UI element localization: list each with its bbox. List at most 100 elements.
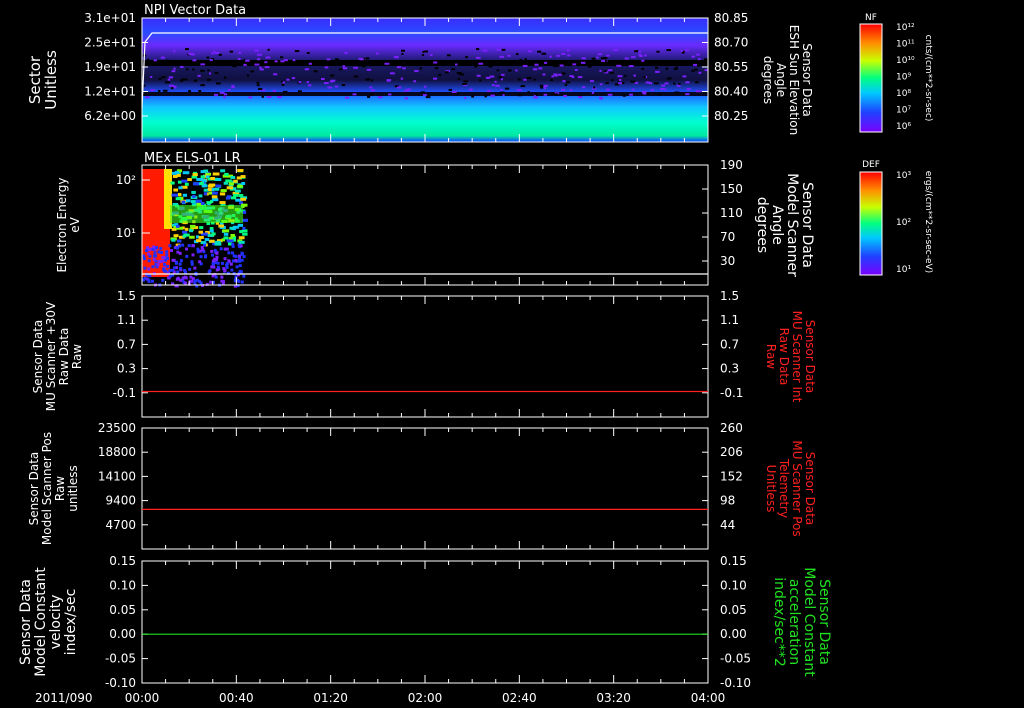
- npi-speckle: [641, 67, 645, 70]
- npi-speckle: [463, 80, 469, 83]
- npi-speckle: [231, 86, 235, 89]
- npi-speckle: [422, 50, 425, 53]
- npi-speckle: [582, 86, 586, 89]
- npi-speckle: [655, 66, 659, 69]
- els-spectrum-cell: [190, 200, 196, 204]
- npi-speckle: [532, 68, 538, 71]
- npi-speckle: [650, 89, 654, 92]
- npi-speckle: [321, 62, 324, 65]
- npi-speckle: [388, 93, 392, 96]
- els-spectrum-cell: [242, 232, 248, 236]
- els-speckle: [178, 266, 182, 270]
- ylabel-left: Sensor Data Model Scanner Pos Raw unitless: [27, 432, 80, 545]
- y-tick-label-right: 80.40: [714, 85, 748, 99]
- els-speckle: [174, 261, 178, 265]
- els-speckle: [225, 262, 229, 266]
- npi-speckle: [375, 63, 379, 66]
- npi-speckle: [624, 57, 629, 60]
- els-spectrum-cell: [196, 239, 202, 243]
- npi-speckle: [501, 73, 505, 76]
- els-spectrum-cell: [225, 196, 231, 200]
- ylabel-right-line: acceleration: [786, 579, 802, 665]
- y-tick-label-right: 0.05: [720, 603, 747, 617]
- npi-speckle: [258, 87, 263, 90]
- els-speckle: [239, 270, 243, 274]
- npi-speckle: [433, 77, 438, 80]
- npi-speckle: [639, 55, 643, 58]
- els-spectrum-cell: [239, 230, 243, 234]
- time-tick-label: 01:20: [313, 691, 348, 705]
- npi-speckle: [244, 59, 250, 62]
- els-spectrum-cell: [199, 226, 204, 230]
- npi-speckle: [206, 78, 212, 81]
- npi-speckle: [606, 54, 610, 57]
- npi-speckle: [591, 61, 595, 64]
- els-spectrum-cell: [204, 238, 210, 242]
- colorbar-tick: 10⁶: [896, 122, 911, 132]
- y-tick-label-left: 14100: [98, 469, 136, 483]
- els-speckle: [196, 250, 200, 254]
- npi-speckle: [566, 49, 570, 52]
- npi-speckle: [656, 50, 660, 53]
- npi-speckle: [697, 58, 701, 61]
- y-tick-label-right: 70: [720, 230, 735, 244]
- y-tick-label-right: 80.85: [714, 11, 748, 25]
- els-speckle: [214, 275, 218, 279]
- els-speckle: [147, 259, 151, 263]
- npi-speckle: [213, 93, 219, 96]
- ylabel-right: Sensor DataModel ScannerAngledegrees: [754, 173, 815, 277]
- ylabel-right: Sensor DataModel Constantaccelerationind…: [771, 567, 832, 677]
- npi-speckle: [214, 71, 219, 74]
- npi-speckle: [250, 70, 255, 73]
- npi-speckle: [522, 64, 528, 67]
- npi-speckle: [180, 65, 184, 68]
- els-speckle: [219, 247, 223, 251]
- els-speckle: [230, 268, 234, 272]
- ylabel-right: Sensor DataESH Sun ElevationAngledegrees: [761, 25, 814, 135]
- npi-speckle: [474, 65, 478, 68]
- npi-speckle: [273, 73, 278, 76]
- ylabel-right-line: Sensor Data: [800, 43, 814, 117]
- npi-speckle: [527, 91, 530, 94]
- els-speckle: [173, 266, 177, 270]
- els-speckle: [199, 281, 203, 285]
- y-tick-label-left: 10²: [116, 173, 136, 187]
- npi-speckle: [306, 81, 309, 84]
- els-speckle: [198, 260, 202, 264]
- y-tick-label-left: 0.05: [109, 603, 136, 617]
- els-speckle: [229, 262, 233, 266]
- colorbar-tick: 10⁹: [896, 73, 911, 83]
- npi-speckle: [150, 89, 155, 92]
- npi-speckle: [327, 86, 333, 89]
- els-speckle: [215, 251, 219, 255]
- npi-speckle: [297, 90, 302, 93]
- npi-speckle: [184, 78, 188, 81]
- npi-speckle: [465, 56, 468, 59]
- npi-speckle: [599, 69, 602, 72]
- npi-speckle: [605, 88, 611, 91]
- npi-speckle: [544, 61, 548, 64]
- els-spectrum-cell: [218, 224, 225, 228]
- npi-speckle: [344, 96, 350, 99]
- y-tick-label-left: 0.00: [109, 627, 136, 641]
- npi-speckle: [526, 76, 532, 79]
- npi-speckle: [499, 91, 505, 94]
- els-speckle: [215, 268, 219, 272]
- npi-speckle: [634, 50, 639, 53]
- npi-speckle: [223, 96, 226, 99]
- npi-speckle: [508, 69, 512, 72]
- els-spectrum-cell: [187, 178, 192, 182]
- y-tick-label-right: -0.10: [720, 676, 751, 690]
- npi-speckle: [500, 88, 503, 91]
- els-spectrum-cell: [211, 198, 219, 202]
- ylabel-left-line: Sensor Data: [31, 320, 45, 394]
- ylabel-right-line: degrees: [761, 56, 775, 104]
- ylabel-left: SectorUnitless: [26, 50, 60, 110]
- npi-speckle: [329, 80, 334, 83]
- els-speckle: [223, 269, 227, 273]
- npi-speckle: [307, 84, 312, 87]
- els-spectrum-cell: [220, 169, 226, 173]
- els-spectrum-cell: [241, 181, 246, 185]
- els-speckle: [156, 263, 160, 267]
- els-spectrum-cell: [184, 227, 189, 231]
